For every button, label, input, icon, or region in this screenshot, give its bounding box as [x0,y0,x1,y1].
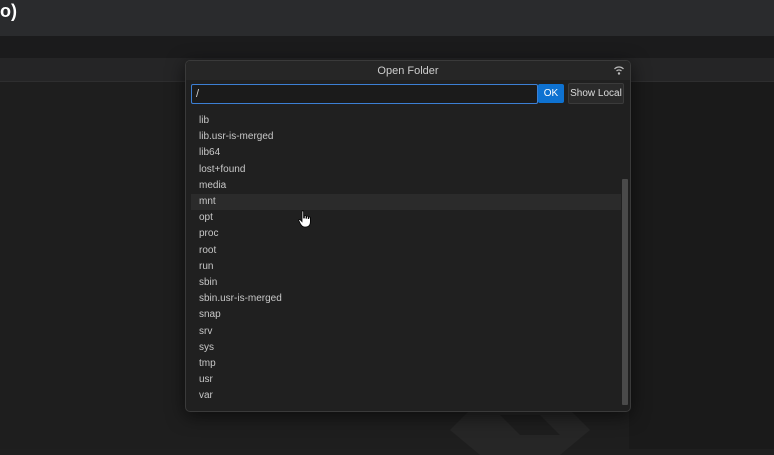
broadcast-icon[interactable] [613,65,625,76]
folder-item[interactable]: proc [191,226,621,242]
dialog-title: Open Folder [377,65,439,77]
folder-item[interactable]: mnt [191,194,621,210]
folder-item[interactable]: snap [191,307,621,323]
scrollbar[interactable] [622,113,628,405]
folder-item[interactable]: lib [191,113,621,129]
dialog-header: Open Folder [186,61,630,80]
folder-item[interactable]: lost+found [191,162,621,178]
folder-item[interactable]: sys [191,340,621,356]
folder-item[interactable]: lib.usr-is-merged [191,129,621,145]
hand-cursor-icon [298,210,311,228]
window-titlebar: o) [0,0,774,36]
folder-item[interactable]: sbin [191,275,621,291]
window-title-fragment: o) [0,1,17,21]
folder-item[interactable]: sbin.usr-is-merged [191,291,621,307]
folder-item[interactable]: var [191,388,621,404]
show-local-button[interactable]: Show Local [568,83,624,104]
folder-item[interactable]: run [191,259,621,275]
ok-button[interactable]: OK [538,84,564,103]
folder-item[interactable]: opt [191,210,621,226]
open-folder-dialog: Open Folder OK Show Local liblib.usr-is-… [185,60,631,412]
folder-item[interactable]: root [191,243,621,259]
folder-item[interactable]: usr [191,372,621,388]
scrollbar-thumb[interactable] [622,179,628,405]
folder-item[interactable]: srv [191,324,621,340]
folder-list: lib lib.usr-is-merged lib64 lost+found media… [191,113,621,408]
folder-item[interactable]: media [191,178,621,194]
folder-item[interactable]: tmp [191,356,621,372]
menu-bar [0,36,774,58]
folder-item[interactable]: lib64 [191,145,621,161]
side-panel [629,82,774,449]
folder-path-input[interactable] [191,84,538,104]
